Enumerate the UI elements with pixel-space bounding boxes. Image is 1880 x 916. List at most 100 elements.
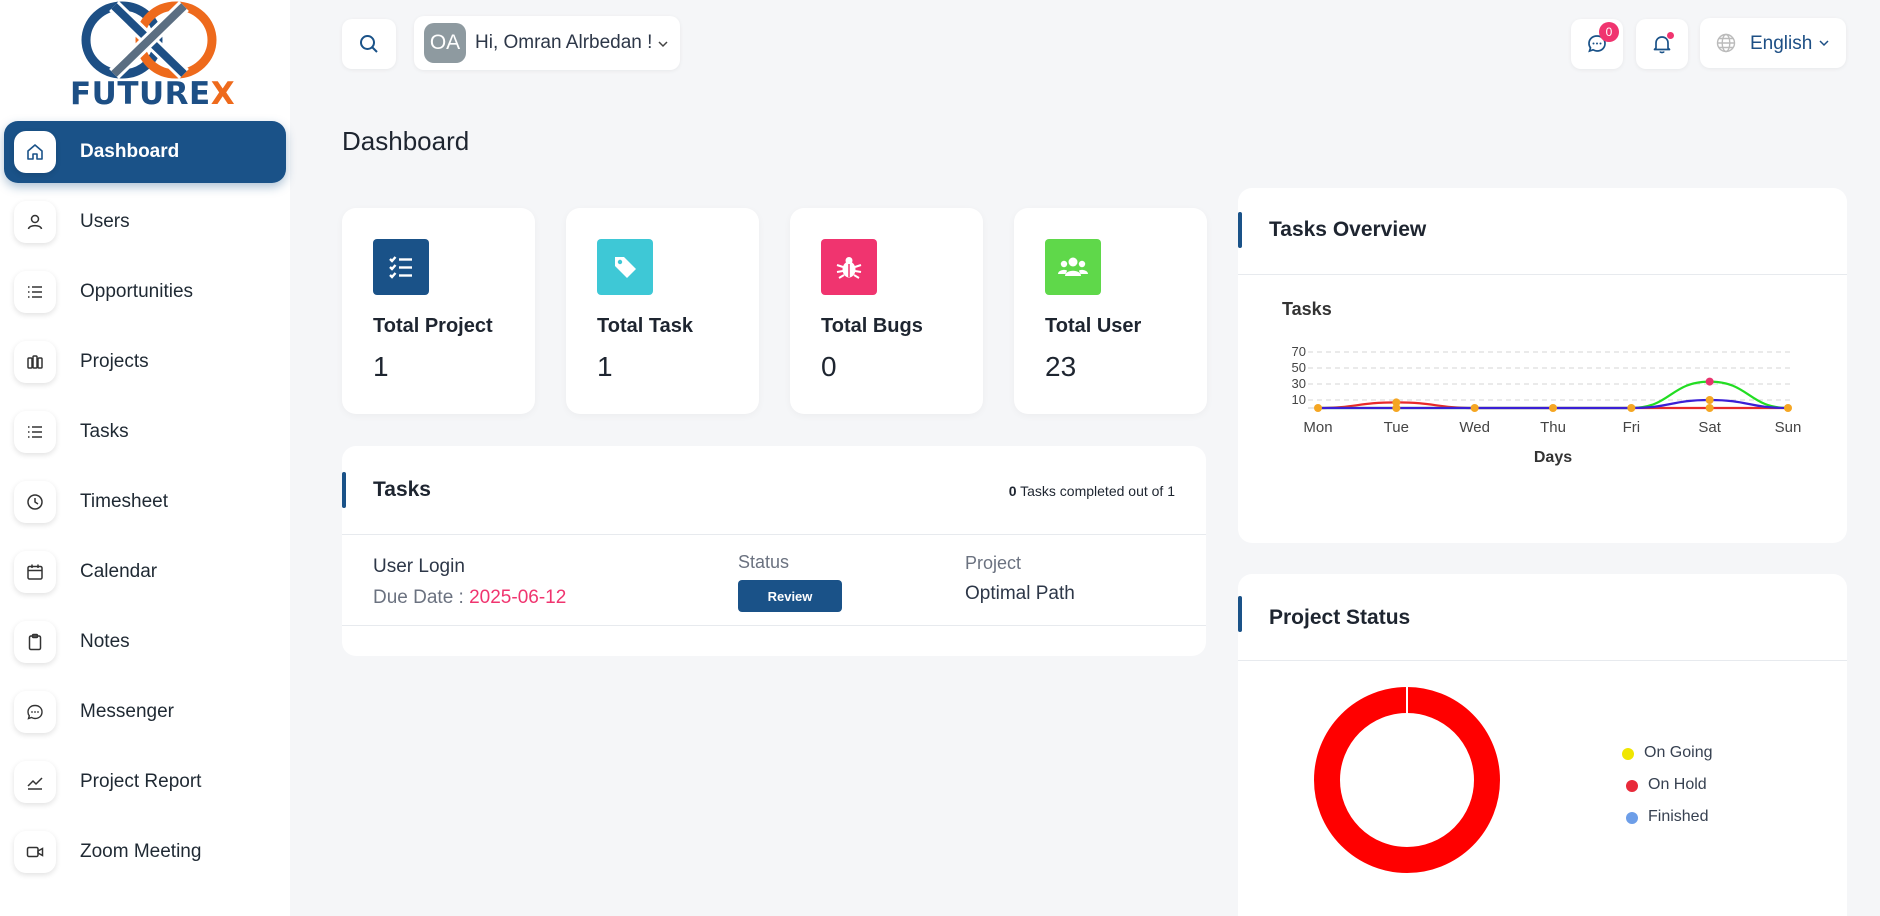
legend-label: Finished: [1648, 808, 1709, 825]
avatar: OA: [424, 23, 466, 63]
data-point: [1314, 404, 1322, 412]
x-tick-label: Mon: [1303, 419, 1332, 436]
tasks-overview-card: Tasks Overview Tasks 10 30 50 70 Mon Tue Wed Thu…: [1238, 188, 1847, 543]
notifications-button[interactable]: [1636, 19, 1688, 69]
task-status-label: Status: [738, 552, 790, 572]
stat-value: 23: [1045, 351, 1077, 382]
stat-label: Total User: [1045, 315, 1142, 337]
sidebar-item-tasks[interactable]: Tasks: [4, 401, 286, 463]
user-icon: [14, 201, 56, 243]
task-project-name: Optimal Path: [965, 583, 1075, 604]
list-icon: [14, 271, 56, 313]
sidebar-item-label: Notes: [80, 631, 130, 652]
stat-icon-box: [597, 239, 653, 295]
columns-icon: [14, 341, 56, 383]
legend-item[interactable]: On Going: [1622, 740, 1822, 772]
sidebar-item-label: Tasks: [80, 421, 129, 442]
sidebar-item-project-report[interactable]: Project Report: [4, 751, 286, 813]
stat-card-total-project[interactable]: Total Project 1: [342, 208, 535, 414]
messages-button[interactable]: 0: [1571, 19, 1623, 69]
project-status-legend: On Going On Hold Finished: [1622, 740, 1822, 836]
sidebar-item-projects[interactable]: Projects: [4, 331, 286, 393]
sidebar-item-label: Calendar: [80, 561, 158, 582]
logo-mark-icon: [81, 0, 217, 80]
notification-dot: [1667, 32, 1674, 39]
x-axis-label: Days: [1534, 449, 1572, 466]
stat-value: 0: [821, 351, 837, 382]
project-status-title: Project Status: [1269, 606, 1411, 629]
sidebar-item-notes[interactable]: Notes: [4, 611, 286, 673]
list-icon: [14, 411, 56, 453]
sidebar-item-dashboard[interactable]: Dashboard: [4, 121, 286, 183]
stat-label: Total Task: [597, 315, 693, 337]
x-tick-label: Tue: [1384, 419, 1409, 436]
user-menu[interactable]: OA Hi, Omran Alrbedan !: [414, 16, 680, 70]
legend-dot: [1626, 812, 1638, 824]
status-badge[interactable]: Review: [738, 580, 842, 612]
x-tick-label: Wed: [1459, 419, 1490, 436]
chart-title: Tasks: [1282, 299, 1332, 319]
stat-card-total-bugs[interactable]: Total Bugs 0: [790, 208, 983, 414]
tasks-card-title: Tasks: [373, 478, 431, 501]
video-icon: [14, 831, 56, 873]
clipboard-icon: [14, 621, 56, 663]
language-selector[interactable]: English: [1700, 18, 1846, 68]
legend-item[interactable]: On Hold: [1622, 772, 1822, 804]
divider: [342, 625, 1206, 626]
divider: [1238, 660, 1847, 661]
language-label: English: [1750, 33, 1813, 54]
stat-icon-box: [1045, 239, 1101, 295]
divider: [1238, 274, 1847, 275]
chat-icon: [14, 691, 56, 733]
tasks-overview-title: Tasks Overview: [1269, 218, 1427, 241]
task-row[interactable]: User Login Due Date : 2025-06-12 Status …: [342, 535, 1206, 625]
legend-label: On Hold: [1648, 776, 1707, 793]
project-status-card: Project Status On Going On Hold Finished: [1238, 574, 1847, 916]
card-accent-bar: [1238, 596, 1242, 632]
sidebar-item-calendar[interactable]: Calendar: [4, 541, 286, 603]
stat-card-total-user[interactable]: Total User 23: [1014, 208, 1207, 414]
logo[interactable]: FUTUREX: [66, 0, 235, 112]
x-tick-label: Sun: [1775, 419, 1802, 436]
sidebar-item-zoom-meeting[interactable]: Zoom Meeting: [4, 821, 286, 883]
card-accent-bar: [342, 472, 346, 508]
tasks-card: Tasks 0 Tasks completed out of 1 User Lo…: [342, 446, 1206, 656]
stat-icon-box: [373, 239, 429, 295]
sidebar-item-label: Users: [80, 211, 130, 232]
tasks-line-chart: Tasks 10305070 Mon Tue Wed Thu Fri Sat Sun Days: [1282, 299, 1802, 466]
y-tick-label: 50: [1292, 360, 1306, 375]
sidebar-nav: Dashboard Users Opportunities Projects T…: [4, 121, 286, 891]
home-icon: [14, 131, 56, 173]
sidebar-item-label: Project Report: [80, 771, 202, 792]
tasks-completed-text: Tasks completed out of 1: [1020, 483, 1175, 499]
stat-card-total-task[interactable]: Total Task 1: [566, 208, 759, 414]
x-tick-label: Fri: [1623, 419, 1641, 436]
globe-icon: [1716, 33, 1736, 53]
y-tick-label: 70: [1292, 344, 1306, 359]
sidebar-item-messenger[interactable]: Messenger: [4, 681, 286, 743]
line-chart-icon: [14, 761, 56, 803]
y-tick-label: 10: [1292, 392, 1306, 407]
bug-icon: [836, 257, 862, 279]
project-status-donut-chart: [1314, 686, 1500, 873]
task-project-label: Project: [965, 553, 1022, 573]
sidebar-item-opportunities[interactable]: Opportunities: [4, 261, 286, 323]
data-point: [1549, 404, 1557, 412]
task-due-label: Due Date :: [373, 587, 464, 608]
stat-label: Total Project: [373, 315, 493, 337]
x-tick-label: Thu: [1540, 419, 1566, 436]
users-icon: [1058, 257, 1088, 276]
legend-dot: [1626, 780, 1638, 792]
stat-value: 1: [373, 351, 389, 382]
tag-icon: [615, 257, 636, 278]
sidebar-item-users[interactable]: Users: [4, 191, 286, 253]
legend-item[interactable]: Finished: [1622, 804, 1822, 836]
sidebar-item-timesheet[interactable]: Timesheet: [4, 471, 286, 533]
data-point: [1705, 404, 1714, 412]
sidebar: FUTUREX Dashboard Users Opportunities Pr…: [0, 0, 290, 916]
sidebar-item-label: Messenger: [80, 701, 174, 722]
tasks-completed-summary: 0 Tasks completed out of 1: [1009, 483, 1175, 499]
chevron-down-icon: [658, 41, 668, 48]
sidebar-item-label: Opportunities: [80, 281, 194, 302]
search-button[interactable]: [342, 19, 396, 69]
